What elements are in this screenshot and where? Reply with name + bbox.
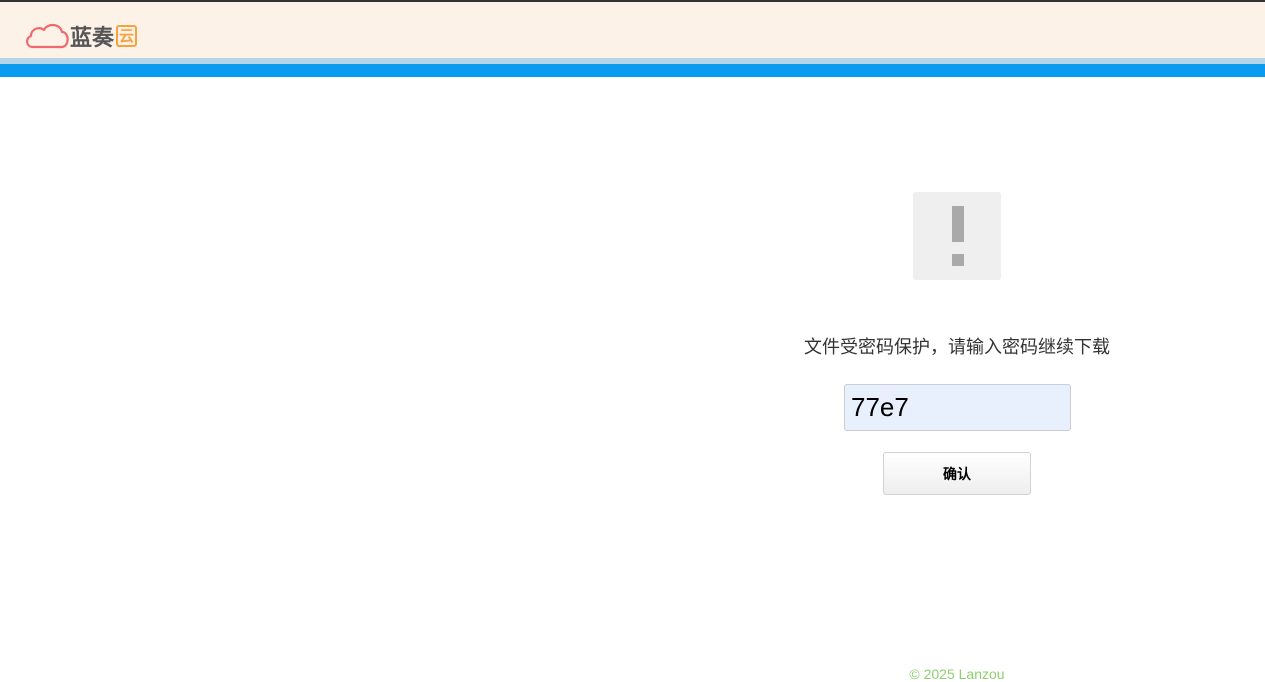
exclamation-icon [913,192,1001,280]
logo-text: 蓝奏 [70,26,115,51]
confirm-button[interactable]: 确认 [883,452,1031,495]
exclamation-bar [952,206,964,242]
header-stripe-blue [0,64,1265,77]
password-input[interactable] [844,384,1071,431]
logo-badge: 云 [116,25,138,47]
exclamation-dot [952,254,964,266]
header-bar: 蓝奏 云 [0,2,1265,58]
password-prompt: 文件受密码保护，请输入密码继续下载 [804,337,1110,358]
site-logo[interactable]: 蓝奏 云 [23,20,138,52]
cloud-icon [26,23,69,49]
footer-copyright: © 2025 Lanzou [909,666,1005,682]
